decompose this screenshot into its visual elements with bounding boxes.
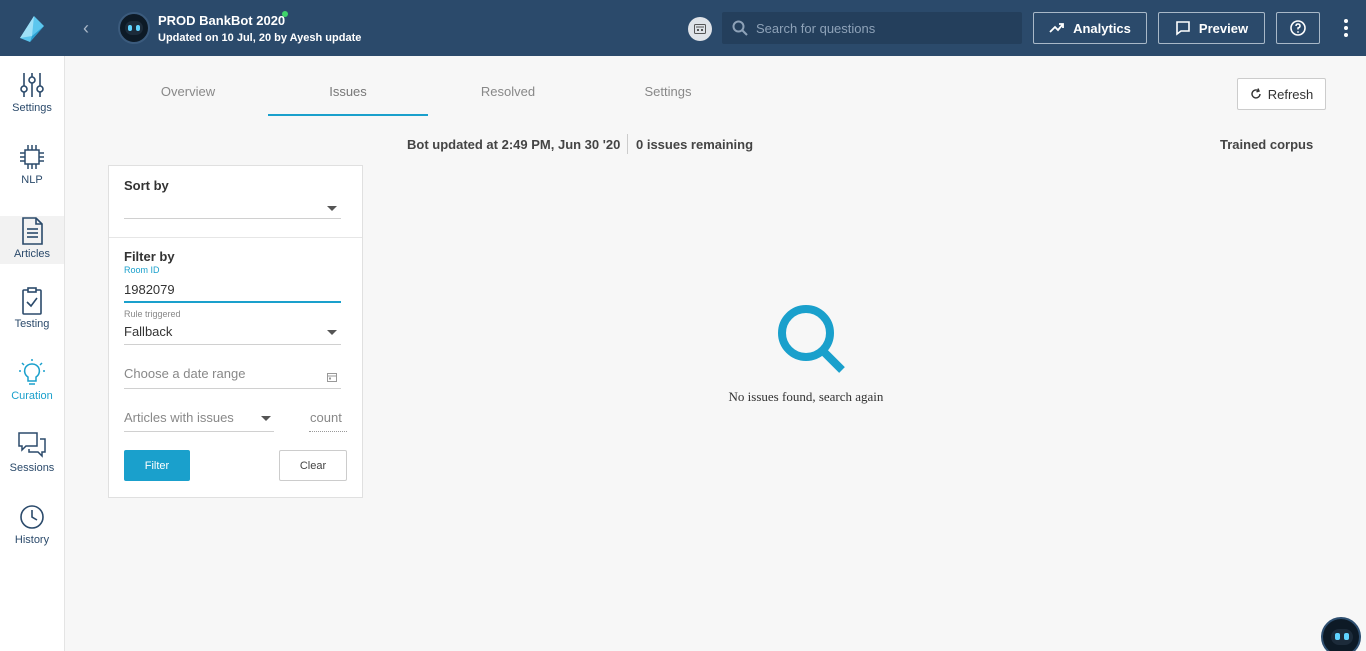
sidebar-item-articles[interactable]: Articles: [0, 216, 64, 264]
sidebar-label: Testing: [14, 318, 50, 330]
refresh-button[interactable]: Refresh: [1237, 78, 1326, 110]
sidebar-item-curation[interactable]: Curation: [0, 358, 64, 406]
magnifier-icon: [778, 305, 845, 373]
search-icon: [732, 20, 748, 36]
chip-icon: [20, 145, 44, 169]
sliders-icon: [20, 73, 44, 97]
search-box: [722, 12, 1022, 44]
search-input[interactable]: [756, 12, 1016, 44]
date-range-field[interactable]: Choose a date range: [124, 366, 245, 381]
keyboard-shortcut-icon[interactable]: [688, 17, 712, 41]
articles-with-issues-select[interactable]: Articles with issues: [124, 409, 274, 431]
date-range-underline: [124, 388, 341, 389]
tab-issues[interactable]: Issues: [268, 84, 428, 99]
sidebar-label: Curation: [11, 390, 53, 402]
sidebar-item-sessions[interactable]: Sessions: [0, 430, 64, 478]
room-id-label: Room ID: [124, 265, 160, 275]
back-arrow-icon[interactable]: ‹: [76, 18, 96, 38]
chat-icon: [1176, 21, 1190, 36]
room-id-field[interactable]: 1982079: [124, 282, 175, 297]
calendar-icon[interactable]: [327, 372, 337, 382]
refresh-label: Refresh: [1267, 86, 1314, 102]
sidebar-item-testing[interactable]: Testing: [0, 286, 64, 334]
sidebar-label: Settings: [12, 102, 52, 114]
help-icon: [1290, 20, 1306, 36]
app-logo[interactable]: [16, 12, 48, 44]
bot-updated-status: Bot updated at 2:49 PM, Jun 30 '20: [407, 137, 621, 152]
tab-resolved[interactable]: Resolved: [428, 84, 588, 99]
refresh-icon: [1251, 88, 1261, 99]
top-bar: ‹ PROD BankBot 2020 Updated on 10 Jul, 2…: [0, 0, 1366, 56]
chevron-down-icon: [327, 206, 337, 211]
active-tab-indicator: [268, 114, 428, 116]
sidebar-label: NLP: [21, 174, 43, 186]
sort-by-select[interactable]: [124, 196, 341, 220]
preview-button[interactable]: Preview: [1158, 12, 1265, 44]
count-underline: [309, 431, 347, 432]
empty-state-message: No issues found, search again: [728, 389, 884, 404]
tab-overview[interactable]: Overview: [108, 84, 268, 99]
chevron-down-icon: [327, 330, 337, 335]
rule-triggered-underline: [124, 344, 341, 345]
sort-by-heading: Sort by: [124, 178, 169, 193]
more-options-icon[interactable]: [1336, 16, 1356, 40]
analytics-label: Analytics: [1073, 20, 1131, 36]
sidebar-item-settings[interactable]: Settings: [0, 70, 64, 118]
articles-with-issues-placeholder: Articles with issues: [124, 410, 234, 425]
rule-triggered-value: Fallback: [124, 324, 173, 339]
rule-triggered-label: Rule triggered: [124, 309, 181, 319]
sidebar-item-nlp[interactable]: NLP: [0, 142, 64, 190]
sidebar-label: Articles: [13, 248, 51, 260]
sidebar-label: History: [14, 534, 50, 546]
sort-by-underline: [124, 218, 341, 219]
panel-divider: [109, 237, 362, 238]
tab-settings[interactable]: Settings: [588, 84, 748, 99]
analytics-button[interactable]: Analytics: [1033, 12, 1147, 44]
filter-panel: Sort by Filter by Room ID 1982079 Rule t…: [108, 165, 363, 498]
issues-remaining: 0 issues remaining: [636, 137, 754, 152]
chevron-down-icon: [261, 416, 271, 421]
clear-button[interactable]: Clear: [279, 450, 347, 481]
preview-label: Preview: [1198, 20, 1249, 36]
clipboard-check-icon: [22, 287, 42, 315]
document-icon: [22, 217, 43, 245]
filter-button[interactable]: Filter: [124, 450, 190, 481]
bot-avatar: [118, 12, 150, 44]
status-divider: [627, 134, 628, 154]
sidebar: Settings NLP Articles Testing Curation S…: [0, 56, 65, 651]
help-button[interactable]: [1276, 12, 1320, 44]
trained-corpus-link[interactable]: Trained corpus: [1220, 137, 1313, 152]
articles-underline: [124, 431, 274, 432]
sidebar-label: Sessions: [9, 462, 55, 474]
rule-triggered-select[interactable]: Fallback: [124, 322, 341, 344]
lightbulb-icon: [19, 359, 45, 385]
bot-updated-text: Updated on 10 Jul, 20 by Ayesh update: [158, 32, 362, 44]
clock-icon: [20, 505, 44, 529]
sidebar-item-history[interactable]: History: [0, 502, 64, 550]
chatbot-launcher[interactable]: [1321, 617, 1361, 651]
room-id-underline: [124, 301, 341, 303]
filter-by-heading: Filter by: [124, 249, 175, 264]
count-field[interactable]: count: [310, 410, 342, 425]
chat-bubbles-icon: [18, 432, 46, 458]
trend-up-icon: [1049, 23, 1064, 33]
bot-name: PROD BankBot 2020: [158, 13, 286, 28]
